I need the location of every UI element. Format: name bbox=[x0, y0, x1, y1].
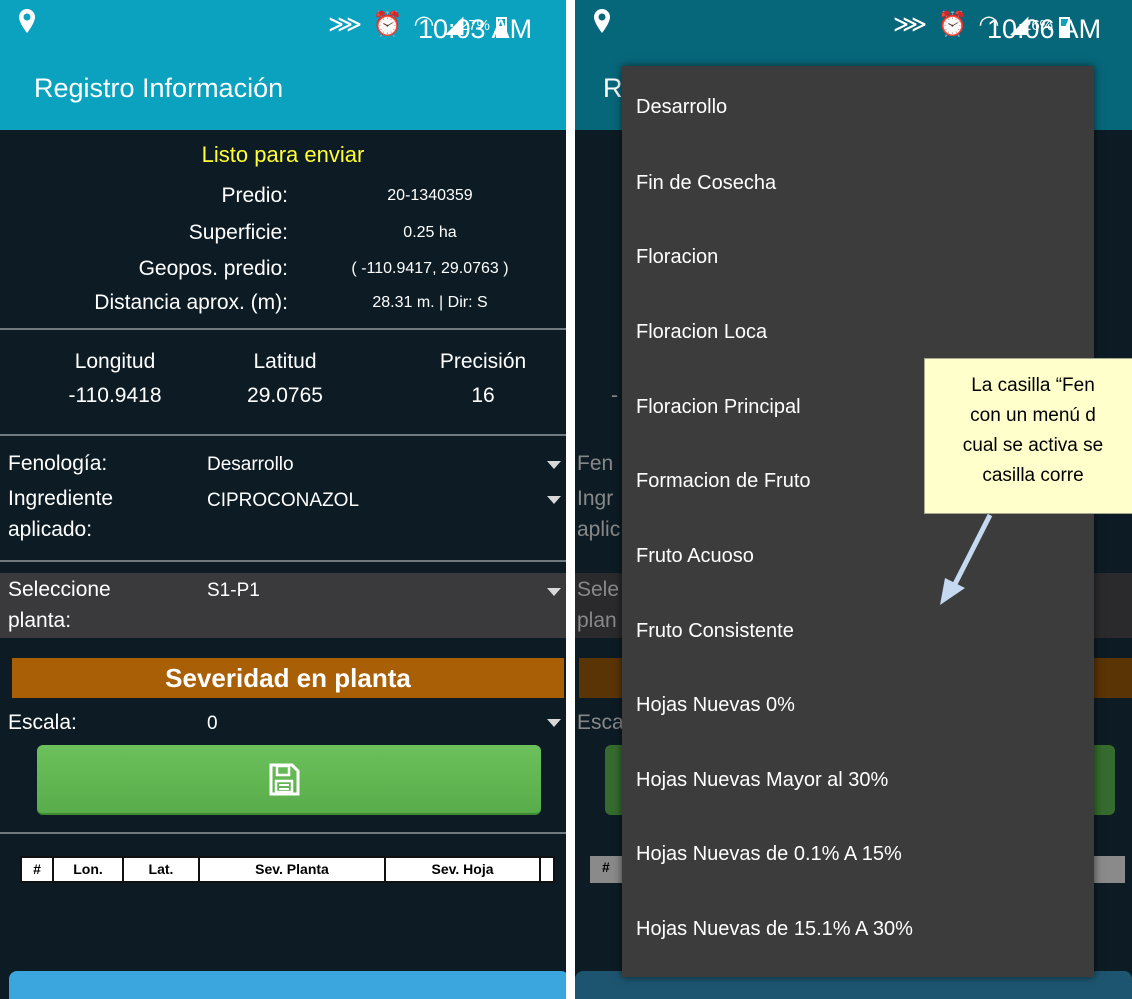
phone-screen-left: ⋙ ⏰ ◠ ◢ 27% 10:03 AM Registro Informació… bbox=[0, 0, 566, 999]
save-button[interactable] bbox=[37, 745, 541, 815]
divider bbox=[0, 328, 566, 330]
fenologia-dropdown-menu: Desarrollo Fin de Cosecha Floracion Flor… bbox=[622, 66, 1094, 977]
callout-text: La casilla “Fen bbox=[971, 375, 1095, 396]
superficie-value: 0.25 ha bbox=[403, 224, 457, 241]
menu-item[interactable]: Desarrollo bbox=[636, 96, 727, 119]
longitud-label: Longitud bbox=[74, 350, 156, 373]
planta-label-line2: plan bbox=[577, 609, 617, 632]
table-header-cell: Sev. Hoja bbox=[386, 858, 541, 881]
divider bbox=[0, 832, 566, 834]
location-icon bbox=[18, 8, 36, 39]
fenologia-label: Fenología: bbox=[8, 452, 108, 475]
table-header-cell: # bbox=[22, 858, 54, 881]
dropdown-arrow-icon[interactable] bbox=[547, 496, 561, 504]
annotation-callout: La casilla “Fen con un menú d cual se ac… bbox=[924, 358, 1132, 514]
distancia-value: 28.31 m. | Dir: S bbox=[372, 294, 488, 311]
fenologia-select[interactable]: Desarrollo bbox=[207, 454, 294, 476]
send-button[interactable] bbox=[9, 971, 566, 999]
data-table-header: # Lon. Lat. Sev. Planta Sev. Hoja bbox=[20, 856, 555, 883]
escala-select[interactable]: 0 bbox=[207, 713, 218, 735]
clock: 10:06 AM bbox=[987, 14, 1102, 44]
clock: 10:03 AM bbox=[418, 14, 533, 44]
longitud-value: -110.9418 bbox=[68, 384, 162, 407]
precision-label: Precisión bbox=[439, 350, 527, 373]
menu-item[interactable]: Hojas Nuevas de 15.1% A 30% bbox=[636, 918, 913, 941]
predio-value: 20-1340359 bbox=[387, 187, 473, 204]
severity-header: Severidad en planta bbox=[12, 658, 564, 698]
menu-item[interactable]: Fin de Cosecha bbox=[636, 172, 776, 195]
mute-icon: ⋙ bbox=[893, 11, 930, 38]
planta-label-line2: planta: bbox=[8, 609, 72, 632]
escala-label: Esca bbox=[577, 711, 624, 734]
ready-status: Listo para enviar bbox=[201, 142, 365, 167]
divider bbox=[0, 560, 566, 562]
dropdown-arrow-icon[interactable] bbox=[547, 588, 561, 596]
planta-select[interactable]: S1-P1 bbox=[207, 580, 260, 602]
menu-item[interactable]: Formacion de Fruto bbox=[636, 470, 811, 493]
table-header-cell: # bbox=[602, 859, 610, 875]
geopos-value: ( -110.9417, 29.0763 ) bbox=[351, 260, 509, 277]
menu-item[interactable]: Fruto Acuoso bbox=[636, 545, 754, 568]
ingrediente-select[interactable]: CIPROCONAZOL bbox=[207, 490, 359, 512]
ingrediente-label-line2: aplicado: bbox=[8, 518, 93, 541]
menu-item[interactable]: Floracion bbox=[636, 246, 718, 269]
app-bar: Registro Información bbox=[0, 48, 566, 130]
predio-label: Predio: bbox=[221, 184, 288, 207]
table-header-cell: Lat. bbox=[124, 858, 200, 881]
ingrediente-label-line1: Ingrediente bbox=[8, 487, 114, 510]
alarm-icon: ⏰ bbox=[937, 11, 970, 38]
dropdown-arrow-icon[interactable] bbox=[547, 461, 561, 469]
ingrediente-label-line1: Ingr bbox=[577, 487, 614, 510]
longitud-value: - bbox=[611, 384, 618, 407]
table-header-cell: Lon. bbox=[54, 858, 124, 881]
planta-label-line1: Seleccione bbox=[8, 578, 111, 601]
menu-item[interactable]: Hojas Nuevas de 0.1% A 15% bbox=[636, 843, 902, 866]
save-icon bbox=[269, 763, 300, 796]
callout-text: cual se activa se bbox=[962, 435, 1104, 456]
ingrediente-label-line2: aplic bbox=[577, 518, 621, 541]
planta-label-line1: Sele bbox=[577, 578, 620, 601]
fenologia-label: Fen bbox=[577, 452, 614, 475]
latitud-value: 29.0765 bbox=[247, 384, 323, 407]
menu-item[interactable]: Floracion Loca bbox=[636, 321, 767, 344]
precision-value: 16 bbox=[471, 384, 495, 407]
app-title: R bbox=[603, 73, 623, 103]
distancia-label: Distancia aprox. (m): bbox=[94, 291, 288, 314]
location-icon bbox=[593, 8, 611, 39]
dropdown-arrow-icon[interactable] bbox=[547, 719, 561, 727]
menu-item[interactable]: Hojas Nuevas 0% bbox=[636, 694, 795, 717]
annotation-arrow-icon bbox=[940, 513, 993, 605]
superficie-label: Superficie: bbox=[188, 221, 288, 244]
geopos-label: Geopos. predio: bbox=[138, 257, 288, 280]
mute-icon: ⋙ bbox=[328, 11, 365, 38]
table-header-cell: Sev. Planta bbox=[200, 858, 386, 881]
table-header-cell bbox=[541, 858, 553, 881]
app-title: Registro Información bbox=[34, 73, 284, 103]
menu-item[interactable]: Fruto Consistente bbox=[636, 620, 794, 643]
phone-screen-right: ⋙ ⏰ ◠ ◢ 26% 10:06 AM R Fen Ingr aplic Se… bbox=[575, 0, 1132, 999]
callout-text: casilla corre bbox=[982, 465, 1084, 486]
escala-label: Escala: bbox=[8, 711, 77, 734]
latitud-label: Latitud bbox=[253, 350, 317, 373]
alarm-icon: ⏰ bbox=[372, 11, 405, 38]
menu-item[interactable]: Floracion Principal bbox=[636, 396, 801, 419]
menu-item[interactable]: Hojas Nuevas Mayor al 30% bbox=[636, 769, 888, 792]
divider bbox=[0, 434, 566, 436]
callout-text: con un menú d bbox=[970, 405, 1096, 426]
